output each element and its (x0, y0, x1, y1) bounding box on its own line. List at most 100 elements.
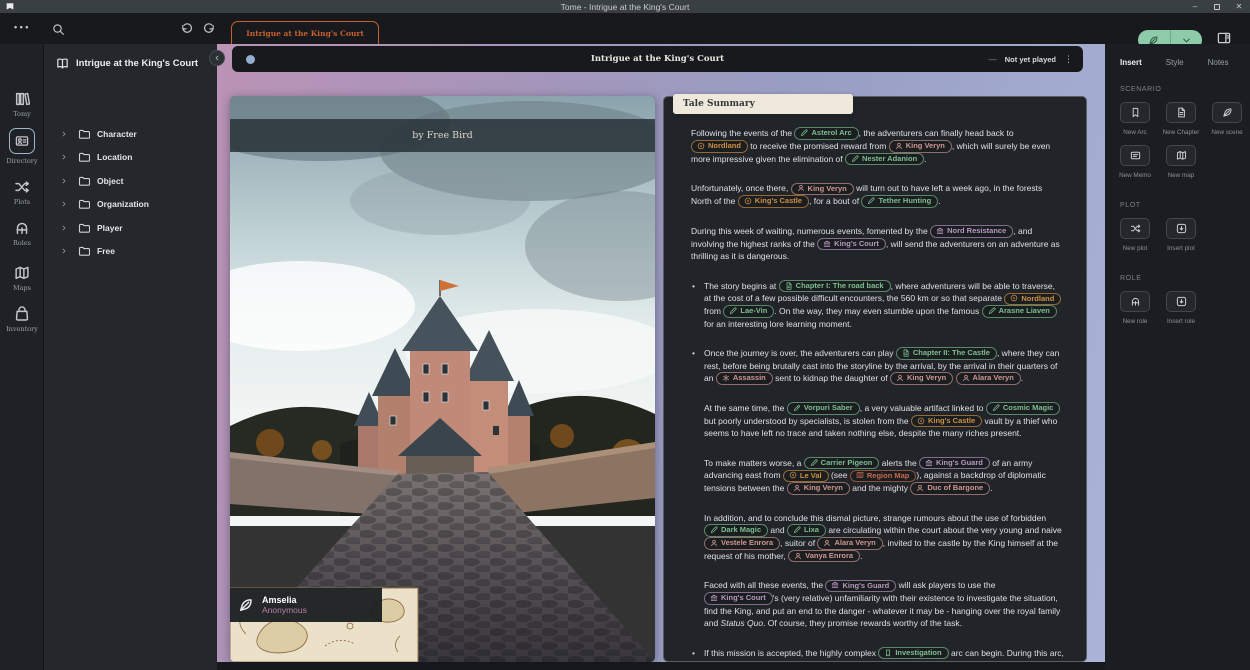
kebab-menu-icon[interactable]: ⋮ (1064, 54, 1073, 65)
layout-toggle-icon[interactable] (1216, 31, 1232, 45)
pen-icon (992, 404, 1000, 412)
entity-pill-duc-of-bargone[interactable]: Duc of Bargone (910, 482, 990, 495)
folder-label: Character (97, 129, 137, 139)
byline-banner: by Free Bird (230, 119, 655, 152)
rail-item-plots[interactable]: Plots (0, 179, 44, 206)
rail-item-roles[interactable]: Roles (0, 220, 44, 247)
entity-pill-king-veryn[interactable]: King Veryn (890, 372, 953, 385)
entity-pill-cosmic-magic[interactable]: Cosmic Magic (986, 402, 1060, 415)
new-memo-button[interactable] (1120, 145, 1150, 166)
pill-label: King Veryn (808, 184, 847, 194)
helmet-icon (14, 220, 30, 236)
folder-icon (78, 151, 90, 163)
entity-pill-assassin[interactable]: Assassin (716, 372, 773, 385)
pen-icon (867, 197, 875, 205)
person-icon (823, 539, 831, 547)
folder-row-object[interactable]: Object (44, 169, 217, 193)
entity-pill-investigation[interactable]: Investigation (878, 647, 948, 660)
tab-intrigue-at-the-kings-court[interactable]: Intrigue at the King's Court (231, 21, 379, 44)
entity-pill-king-veryn[interactable]: King Veryn (787, 482, 850, 495)
directory-tree: Character Location ObjectOrganizationPlaye… (44, 122, 217, 263)
entity-pill-king-s-castle[interactable]: King's Castle (738, 195, 809, 208)
tale-summary-label: Tale Summary (683, 99, 755, 109)
panel-tab-insert[interactable]: Insert (1120, 58, 1142, 67)
entity-pill-vorpuri-saber[interactable]: Vorpuri Saber (787, 402, 860, 415)
entity-pill-dark-magic[interactable]: Dark Magic (704, 524, 768, 537)
entity-pill-alara-veryn[interactable]: Alara Veryn (956, 372, 1021, 385)
pen-icon (810, 459, 818, 467)
tale-summary-tab[interactable]: Tale Summary (673, 94, 853, 114)
new-plot-button[interactable] (1120, 218, 1150, 239)
search-icon[interactable] (52, 23, 65, 36)
entity-pill-vestele-enrora[interactable]: Vestele Enrora (704, 537, 780, 550)
folder-label: Location (97, 152, 132, 162)
close-button[interactable]: ✕ (1228, 0, 1250, 13)
overflow-menu-button[interactable]: ••• (14, 22, 31, 32)
folder-row-player[interactable]: Player (44, 216, 217, 240)
chevron-right-icon[interactable] (60, 130, 68, 138)
entity-pill-lae-vin[interactable]: Lae-Vin (723, 305, 774, 318)
rail-item-directory[interactable]: Directory (0, 128, 44, 165)
new-map-button[interactable] (1166, 145, 1196, 166)
minimize-button[interactable]: – (1184, 0, 1206, 13)
entity-pill-tether-hunting[interactable]: Tether Hunting (861, 195, 938, 208)
pill-label: Tether Hunting (878, 196, 931, 206)
folder-row-free[interactable]: Free (44, 240, 217, 264)
entity-pill-king-s-castle[interactable]: King's Castle (911, 415, 982, 428)
chevron-right-icon[interactable] (60, 200, 68, 208)
entity-pill-chapter-ii-the-castle[interactable]: Chapter II: The Castle (896, 347, 997, 360)
entity-pill-king-s-court[interactable]: King's Court (817, 238, 886, 251)
collapse-panel-button[interactable] (209, 50, 225, 66)
folder-row-location[interactable]: Location (44, 146, 217, 170)
entity-pill-king-veryn[interactable]: King Veryn (791, 183, 854, 196)
pill-label: Alara Veryn (973, 373, 1014, 383)
entity-pill-lixa[interactable]: Lixa (787, 524, 826, 537)
entity-pill-vanya-enrora[interactable]: Vanya Enrora (788, 550, 860, 563)
entity-pill-asterol-arc[interactable]: Asterol Arc (794, 127, 858, 140)
author-card[interactable]: Amselia Anonymous (230, 588, 382, 622)
section-title-role: ROLE (1120, 275, 1250, 282)
entity-pill-king-s-guard[interactable]: King's Guard (919, 457, 990, 470)
entity-pill-chapter-i-the-road-back[interactable]: Chapter I: The road back (779, 280, 891, 293)
entity-pill-king-veryn[interactable]: King Veryn (889, 140, 952, 153)
new-arc-button[interactable] (1120, 102, 1150, 123)
maximize-button[interactable] (1206, 0, 1228, 13)
entity-pill-carrier-pigeon[interactable]: Carrier Pigeon (804, 457, 880, 470)
folder-row-character[interactable]: Character (44, 122, 217, 146)
undo-icon[interactable] (180, 23, 193, 36)
entity-pill-le-val[interactable]: Le Val (783, 470, 829, 483)
pill-label: King Veryn (906, 141, 945, 151)
pill-label: King's Castle (755, 196, 802, 206)
play-status[interactable]: Not yet played (1005, 55, 1056, 64)
new-role-button[interactable] (1120, 291, 1150, 312)
person-icon (962, 374, 970, 382)
chevron-right-icon[interactable] (60, 224, 68, 232)
insert-plot-button[interactable] (1166, 218, 1196, 239)
rail-item-maps[interactable]: Maps (0, 265, 44, 292)
pill-label: King's Court (721, 593, 766, 603)
entity-pill-king-s-guard[interactable]: King's Guard (825, 580, 896, 593)
entity-pill-region-map[interactable]: Region Map (850, 470, 917, 483)
panel-tab-style[interactable]: Style (1166, 58, 1184, 67)
entity-pill-arasne-liaven[interactable]: Arasne Liaven (982, 305, 1057, 318)
insert-role-button[interactable] (1166, 291, 1196, 312)
entity-pill-alara-veryn[interactable]: Alara Veryn (817, 537, 882, 550)
entity-pill-nord-resistance[interactable]: Nord Resistance (930, 225, 1013, 238)
folder-row-organization[interactable]: Organization (44, 193, 217, 217)
panel-tab-notes[interactable]: Notes (1208, 58, 1229, 67)
redo-icon[interactable] (203, 23, 216, 36)
document-body[interactable]: Following the events of the Asterol Arc,… (664, 97, 1087, 662)
entity-pill-nester-adanion[interactable]: Nester Adanion (845, 153, 924, 166)
pill-label: King's Court (834, 239, 879, 249)
entity-pill-nordland[interactable]: Nordland (691, 140, 748, 153)
chevron-right-icon[interactable] (60, 153, 68, 161)
entity-pill-king-s-court[interactable]: King's Court (704, 592, 773, 605)
rail-item-tomy[interactable]: Tomy (0, 91, 44, 118)
new-scene-button[interactable] (1212, 102, 1242, 123)
chevron-right-icon[interactable] (60, 247, 68, 255)
entity-pill-nordland[interactable]: Nordland (1004, 293, 1061, 306)
map-icon (856, 471, 864, 479)
rail-item-inventory[interactable]: Inventory (0, 306, 44, 333)
new-chapter-button[interactable] (1166, 102, 1196, 123)
chevron-right-icon[interactable] (60, 177, 68, 185)
